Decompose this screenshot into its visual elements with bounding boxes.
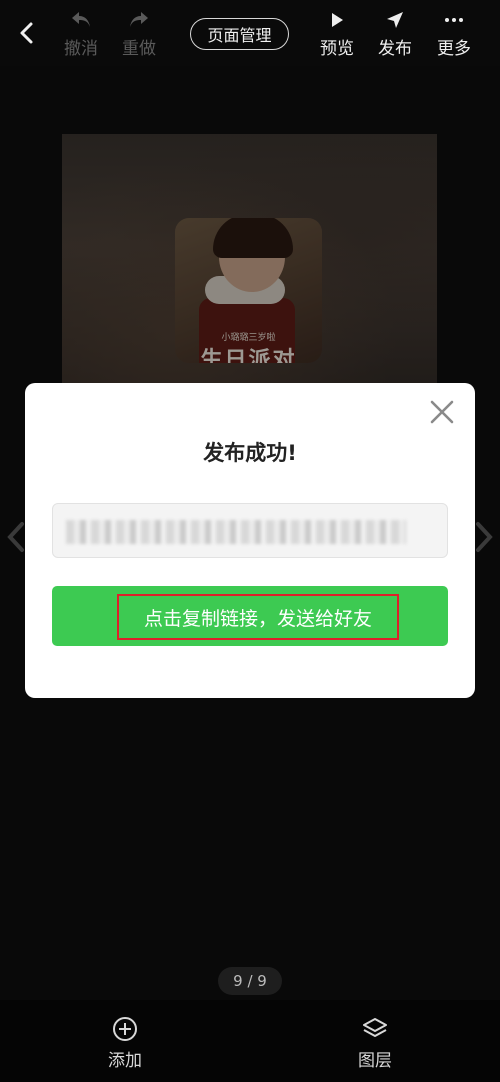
back-icon[interactable] — [14, 20, 40, 46]
share-link-field[interactable] — [52, 503, 448, 558]
publish-label: 发布 — [378, 39, 412, 59]
more-icon — [443, 8, 465, 32]
top-toolbar: 撤消 重做 页面管理 预览 发布 更多 — [0, 0, 500, 66]
blurred-link-text — [66, 520, 406, 544]
next-page-icon[interactable] — [474, 520, 494, 554]
send-icon — [385, 8, 405, 32]
layers-icon — [363, 1018, 387, 1037]
preview-button[interactable]: 预览 — [320, 8, 354, 59]
layers-label: 图层 — [358, 1051, 392, 1071]
publish-success-dialog: 发布成功! 点击复制链接，发送给好友 — [25, 383, 475, 698]
publish-button[interactable]: 发布 — [378, 8, 412, 59]
undo-button[interactable]: 撤消 — [64, 8, 98, 59]
add-button[interactable]: 添加 — [95, 1016, 155, 1071]
prev-page-icon[interactable] — [6, 520, 26, 554]
copy-link-button[interactable]: 点击复制链接，发送给好友 — [52, 586, 448, 646]
page-manage-button[interactable]: 页面管理 — [190, 18, 289, 50]
page-indicator: 9 / 9 — [218, 967, 282, 995]
dialog-title: 发布成功! — [203, 441, 297, 465]
copy-link-label: 点击复制链接，发送给好友 — [117, 594, 399, 640]
redo-button[interactable]: 重做 — [122, 8, 156, 59]
bottom-toolbar: 添加 图层 — [0, 1000, 500, 1082]
more-button[interactable]: 更多 — [437, 8, 471, 59]
redo-label: 重做 — [122, 39, 156, 59]
undo-label: 撤消 — [64, 39, 98, 59]
add-label: 添加 — [108, 1051, 142, 1071]
play-icon — [328, 8, 346, 32]
preview-label: 预览 — [320, 39, 354, 59]
more-label: 更多 — [437, 39, 471, 59]
layers-button[interactable]: 图层 — [345, 1016, 405, 1071]
redo-icon — [127, 8, 151, 32]
add-circle-icon — [113, 1017, 137, 1041]
close-icon[interactable] — [429, 399, 455, 425]
undo-icon — [69, 8, 93, 32]
